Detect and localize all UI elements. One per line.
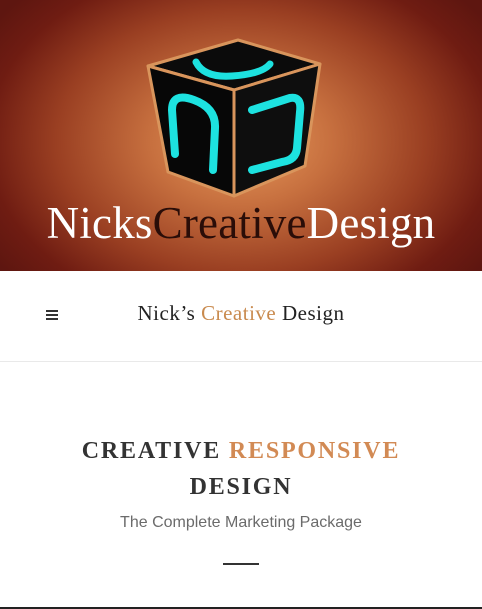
tagline: The Complete Marketing Package <box>120 514 362 531</box>
site-title[interactable]: Nick’s Creative Design <box>0 301 482 326</box>
section-divider <box>223 563 259 565</box>
site-title-part-2: Design <box>276 301 345 325</box>
logo-word-creative: Creative <box>152 198 307 248</box>
headline-part-2: DESIGN <box>189 474 293 500</box>
logo-wordmark: NicksCreativeDesign <box>0 197 482 249</box>
headline-accent: RESPONSIVE <box>228 438 401 464</box>
logo-word-nicks: Nicks <box>46 198 153 248</box>
site-header: Nick’s Creative Design <box>0 271 482 362</box>
headline-part-1: CREATIVE <box>81 438 229 464</box>
site-title-accent: Creative <box>201 301 277 325</box>
site-title-part-1: Nick’s <box>137 301 202 325</box>
page-headline: CREATIVE RESPONSIVE DESIGN <box>0 433 482 505</box>
hero-banner: NicksCreativeDesign <box>0 0 482 271</box>
logo-word-design: Design <box>306 198 436 248</box>
